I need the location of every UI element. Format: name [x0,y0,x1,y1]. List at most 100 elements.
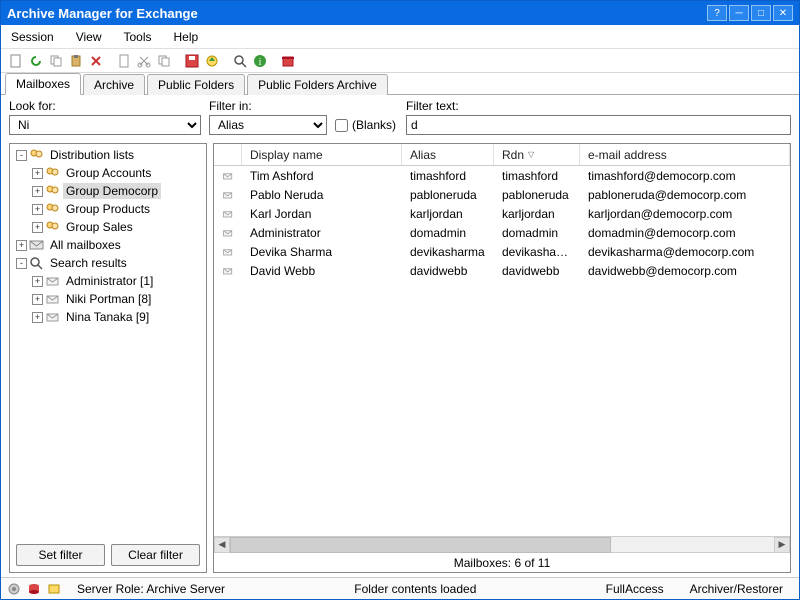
close-window-button[interactable]: ✕ [773,5,793,21]
filter-in-label: Filter in: [209,99,327,113]
refresh-icon[interactable] [27,52,45,70]
filter-text-input[interactable] [406,115,791,135]
tree-node[interactable]: +Nina Tanaka [9] [12,308,206,326]
tree-node-label: Group Sales [63,219,136,235]
set-filter-button[interactable]: Set filter [16,544,105,566]
scroll-left-icon[interactable]: ◀ [214,537,230,553]
tree-node[interactable]: + Group Accounts [12,164,206,182]
filter-text-label: Filter text: [406,99,791,113]
filter-in-select[interactable]: Alias [209,115,327,135]
mailbox-icon [214,188,242,202]
paste-icon[interactable] [67,52,85,70]
tree-node[interactable]: +Administrator [1] [12,272,206,290]
mailbox-icon [214,245,242,259]
cell-email: davidwebb@democorp.com [580,264,790,278]
col-icon[interactable] [214,144,242,165]
expand-icon[interactable]: + [32,204,43,215]
look-for-input[interactable]: Ni [9,115,201,135]
group-icon [45,220,61,234]
tab-mailboxes[interactable]: Mailboxes [5,73,81,95]
menu-view[interactable]: View [76,30,102,44]
title-bar: Archive Manager for Exchange ? ─ □ ✕ [1,1,799,25]
cell-alias: karljordan [402,207,494,221]
cut-icon[interactable] [135,52,153,70]
tree-node[interactable]: -Distribution lists [12,146,206,164]
scroll-right-icon[interactable]: ▶ [774,537,790,553]
tree-node-label: All mailboxes [47,237,124,253]
grid-h-scrollbar[interactable]: ◀ ▶ [214,536,790,552]
menu-session[interactable]: Session [11,30,54,44]
collapse-icon[interactable]: - [16,258,27,269]
tree-node[interactable]: + Group Sales [12,218,206,236]
help-window-button[interactable]: ? [707,5,727,21]
copy-icon[interactable] [47,52,65,70]
status-mode: Archiver/Restorer [680,582,793,596]
minimize-window-button[interactable]: ─ [729,5,749,21]
clear-filter-button[interactable]: Clear filter [111,544,200,566]
cell-alias: davidwebb [402,264,494,278]
collapse-icon[interactable]: - [16,150,27,161]
table-row[interactable]: Administratordomadmindomadmindomadmin@de… [214,223,790,242]
table-row[interactable]: David Webbdavidwebbdavidwebbdavidwebb@de… [214,261,790,280]
menu-tools[interactable]: Tools [124,30,152,44]
search-icon[interactable] [231,52,249,70]
table-row[interactable]: Devika Sharmadevikasharmadevikasharmadev… [214,242,790,261]
info-icon[interactable]: i [251,52,269,70]
maximize-window-button[interactable]: □ [751,5,771,21]
table-row[interactable]: Karl Jordankarljordankarljordankarljorda… [214,204,790,223]
tree-node-label: Group Democorp [63,183,161,199]
tab-archive[interactable]: Archive [83,74,145,95]
col-alias[interactable]: Alias [402,144,494,165]
expand-icon[interactable]: + [16,240,27,251]
expand-icon[interactable]: + [32,276,43,287]
group-icon [29,148,45,162]
menu-bar: Session View Tools Help [1,25,799,49]
expand-icon[interactable]: + [32,168,43,179]
tree-node[interactable]: -Search results [12,254,206,272]
tree-node[interactable]: + Group Democorp [12,182,206,200]
blanks-checkbox[interactable] [335,119,348,132]
mailbox-icon [45,292,61,306]
cell-email: pabloneruda@democorp.com [580,188,790,202]
tree-node-label: Group Accounts [63,165,154,181]
status-db-icon [27,582,41,596]
expand-icon[interactable]: + [32,222,43,233]
cell-display-name: Karl Jordan [242,207,402,221]
expand-icon[interactable]: + [32,186,43,197]
cell-display-name: David Webb [242,264,402,278]
mailbox-icon [45,274,61,288]
window-title: Archive Manager for Exchange [7,6,705,21]
cell-rdn: timashford [494,169,580,183]
grid-body[interactable]: Tim Ashfordtimashfordtimashfordtimashfor… [214,166,790,536]
sort-indicator-icon: ▽ [528,150,534,159]
delete-icon[interactable] [87,52,105,70]
tree-view[interactable]: -Distribution lists+Group Accounts+Group… [10,144,206,538]
page-icon[interactable] [115,52,133,70]
table-row[interactable]: Tim Ashfordtimashfordtimashfordtimashfor… [214,166,790,185]
toolbar: i [1,49,799,73]
tree-node[interactable]: +Niki Portman [8] [12,290,206,308]
col-rdn[interactable]: Rdn▽ [494,144,580,165]
expand-icon[interactable]: + [32,294,43,305]
cell-email: timashford@democorp.com [580,169,790,183]
tab-public-folders[interactable]: Public Folders [147,74,245,95]
duplicate-icon[interactable] [155,52,173,70]
save-icon[interactable] [183,52,201,70]
scroll-thumb[interactable] [230,537,611,553]
status-server-icon [47,582,61,596]
tree-node[interactable]: +Group Products [12,200,206,218]
new-item-icon[interactable] [7,52,25,70]
tree-node[interactable]: + All mailboxes [12,236,206,254]
cell-email: domadmin@democorp.com [580,226,790,240]
scroll-track[interactable] [230,537,774,553]
mailboxes-icon [29,238,45,252]
col-email[interactable]: e-mail address [580,144,790,165]
archive-icon[interactable] [279,52,297,70]
tab-public-folders-archive[interactable]: Public Folders Archive [247,74,388,95]
expand-icon[interactable]: + [32,312,43,323]
menu-help[interactable]: Help [174,30,199,44]
table-row[interactable]: Pablo Nerudapablonerudapablonerudapablon… [214,185,790,204]
export-icon[interactable] [203,52,221,70]
col-display-name[interactable]: Display name [242,144,402,165]
look-for-label: Look for: [9,99,201,113]
